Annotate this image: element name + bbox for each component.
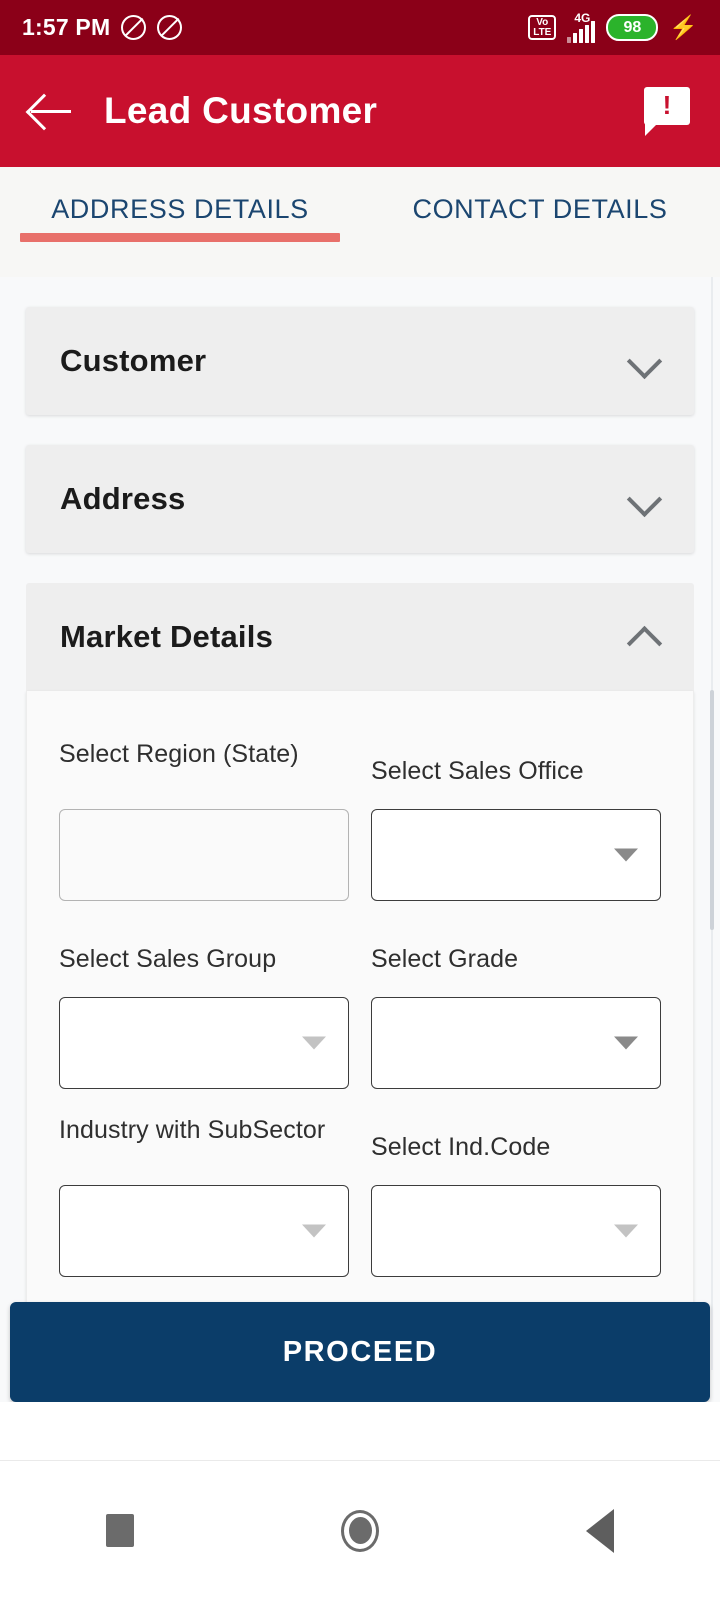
field-label: Select Grade	[371, 945, 519, 973]
status-bar-right: Vo LTE 4G 98 ⚡	[528, 10, 698, 43]
signal-icon: 4G	[567, 10, 596, 43]
chevron-down-icon	[630, 346, 660, 376]
select-grade-input[interactable]	[371, 997, 661, 1089]
triangle-back-icon	[585, 1508, 614, 1553]
back-button[interactable]	[480, 1508, 720, 1553]
chevron-down-icon	[630, 484, 660, 514]
accordion-market-details-header[interactable]: Market Details	[26, 583, 694, 691]
status-bar: 1:57 PM Vo LTE 4G 98 ⚡	[0, 0, 720, 55]
field-industry-with-subsector: Industry with SubSector	[59, 1113, 349, 1277]
speech-bubble-shape: !	[644, 87, 690, 136]
mute-icon	[121, 15, 147, 40]
back-arrow-icon[interactable]	[28, 88, 74, 134]
home-button[interactable]	[240, 1509, 480, 1552]
recents-button[interactable]	[0, 1514, 240, 1547]
chevron-down-icon	[614, 1224, 638, 1238]
field-select-grade: Select Grade	[371, 925, 661, 1089]
tab-active-indicator	[20, 233, 340, 242]
field-select-sales-office: Select Sales Office	[371, 737, 661, 901]
tab-contact-details-label: CONTACT DETAILS	[412, 194, 668, 224]
form-scroll-area[interactable]: Customer Address Market Details Select R…	[0, 277, 720, 1370]
chevron-down-icon	[302, 1224, 326, 1238]
feedback-icon[interactable]: !	[644, 87, 692, 136]
accordion-address-title: Address	[60, 481, 186, 516]
accordion-customer: Customer	[26, 307, 694, 415]
volte-icon: Vo LTE	[528, 15, 557, 40]
charging-bolt-icon: ⚡	[669, 14, 698, 40]
field-select-sales-group: Select Sales Group	[59, 925, 349, 1089]
chevron-down-icon	[302, 1036, 326, 1050]
signal-bars	[567, 20, 596, 43]
network-type-label: 4G	[574, 10, 591, 25]
bottom-spacer	[0, 1402, 720, 1460]
field-label: Select Ind.Code	[371, 1133, 551, 1161]
select-sales-group-input[interactable]	[59, 997, 349, 1089]
battery-percent-label: 98	[623, 18, 642, 36]
select-ind-code-input[interactable]	[371, 1185, 661, 1277]
field-row: Select Sales Group Select Grade	[59, 925, 661, 1089]
accordion-customer-header[interactable]: Customer	[26, 307, 694, 415]
field-select-region-state: Select Region (State)	[59, 737, 349, 901]
chevron-up-icon	[630, 622, 660, 652]
proceed-button[interactable]: PROCEED	[10, 1302, 710, 1402]
tab-address-details[interactable]: ADDRESS DETAILS	[0, 194, 360, 242]
select-region-state-input[interactable]	[59, 809, 349, 901]
field-select-ind-code: Select Ind.Code	[371, 1113, 661, 1277]
volte-label-bottom: LTE	[533, 26, 552, 38]
field-row: Industry with SubSector Select Ind.Code	[59, 1113, 661, 1277]
accordion-address-header[interactable]: Address	[26, 445, 694, 553]
tab-bar: ADDRESS DETAILS CONTACT DETAILS	[0, 167, 720, 277]
mute-icon	[157, 15, 183, 40]
app-bar: Lead Customer !	[0, 55, 720, 167]
chevron-down-icon	[614, 1036, 638, 1050]
tab-contact-details[interactable]: CONTACT DETAILS	[360, 194, 720, 239]
scrollbar-thumb[interactable]	[710, 690, 714, 930]
status-bar-clock: 1:57 PM	[22, 14, 111, 40]
field-row: Select Region (State) Select Sales Offic…	[59, 737, 661, 901]
battery-icon: 98	[606, 14, 659, 41]
accordion-customer-title: Customer	[60, 343, 207, 378]
field-label: Select Sales Office	[371, 757, 584, 785]
android-navigation-bar	[0, 1460, 720, 1600]
exclamation-glyph: !	[662, 90, 672, 120]
field-label: Select Region (State)	[59, 740, 299, 768]
accordion-address: Address	[26, 445, 694, 553]
chevron-down-icon	[614, 848, 638, 862]
circle-home-icon	[341, 1509, 379, 1552]
market-details-body: Select Region (State) Select Sales Offic…	[26, 691, 694, 1331]
status-bar-left: 1:57 PM	[22, 14, 183, 41]
select-sales-office-input[interactable]	[371, 809, 661, 901]
page-title: Lead Customer	[104, 90, 378, 131]
accordion-market-details-title: Market Details	[60, 619, 274, 654]
accordion-market-details: Market Details Select Region (State) Sel…	[26, 583, 694, 1331]
field-label: Industry with SubSector	[59, 1116, 326, 1144]
industry-with-subsector-input[interactable]	[59, 1185, 349, 1277]
phone-screen: 1:57 PM Vo LTE 4G 98 ⚡ Lead Customer ! A…	[0, 0, 720, 1600]
square-recents-icon	[106, 1514, 135, 1547]
field-label: Select Sales Group	[59, 945, 277, 973]
